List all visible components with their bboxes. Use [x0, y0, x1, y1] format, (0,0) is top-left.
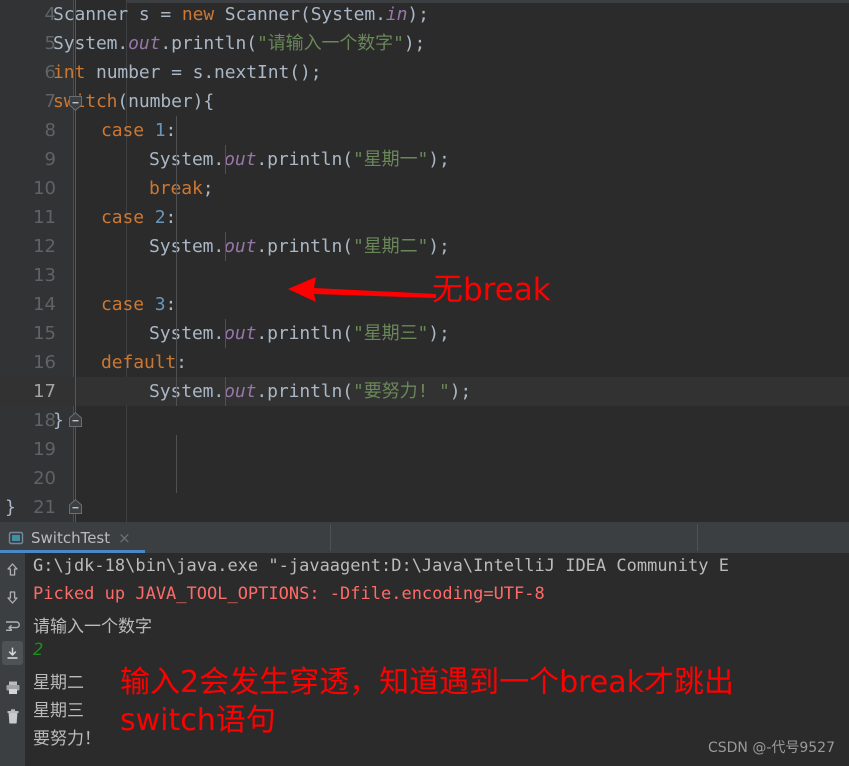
code-text: }	[5, 497, 16, 518]
close-icon[interactable]: ×	[118, 529, 131, 547]
line-number: 4	[44, 4, 56, 25]
editor-line-9[interactable]: 9 System.out.println("星期一");	[0, 145, 849, 174]
editor-line-7[interactable]: 7 switch(number){	[0, 87, 849, 116]
line-number: 10	[33, 178, 56, 199]
editor-line-8[interactable]: 8 case 1:	[0, 116, 849, 145]
editor-line-13[interactable]: 13	[0, 261, 849, 290]
editor-line-5[interactable]: 5 System.out.println("请输入一个数字");	[0, 29, 849, 58]
code-text: System.out.println("请输入一个数字");	[53, 33, 426, 54]
code-text: }	[53, 410, 64, 431]
up-arrow-icon[interactable]	[2, 557, 23, 581]
run-tab-bar: SwitchTest ×	[0, 522, 849, 553]
editor-line-15[interactable]: 15 System.out.println("星期三");	[0, 319, 849, 348]
tab-switchtest[interactable]: SwitchTest ×	[0, 522, 145, 553]
code-text: System.out.println("要努力! ");	[149, 381, 472, 402]
code-text: case 1:	[101, 120, 177, 141]
line-number: 14	[33, 294, 56, 315]
indent-guide-3	[225, 232, 226, 261]
editor-line-21[interactable]: 21}	[0, 493, 849, 522]
line-number: 13	[33, 265, 56, 286]
code-text: break;	[149, 178, 214, 199]
console-annotation-line1: 输入2会发生穿透，知道遇到一个break才跳出	[120, 665, 735, 700]
fold-end-icon-line21[interactable]	[69, 499, 82, 514]
line-number: 18	[33, 410, 56, 431]
code-text: System.out.println("星期二");	[149, 236, 450, 257]
line-number: 17	[33, 381, 56, 402]
fold-collapse-icon-line7[interactable]	[69, 96, 82, 111]
code-text: System.out.println("星期三");	[149, 323, 450, 344]
line-number: 9	[44, 149, 56, 170]
console-line-6: 星期三	[33, 701, 84, 721]
editor-line-4[interactable]: 4 Scanner s = new Scanner(System.in);	[0, 0, 849, 29]
line-number: 16	[33, 352, 56, 373]
line-number: 6	[44, 62, 56, 83]
code-text: Scanner s = new Scanner(System.in);	[53, 4, 429, 25]
indent-guide-5	[225, 377, 226, 406]
run-configuration-icon	[8, 530, 24, 546]
line-number: 12	[33, 236, 56, 257]
editor-line-20[interactable]: 20	[0, 464, 849, 493]
line-number: 8	[44, 120, 56, 141]
editor-line-16[interactable]: 16 default:	[0, 348, 849, 377]
code-text: default:	[101, 352, 187, 373]
console-line-3: 请输入一个数字	[33, 617, 152, 637]
code-text: case 2:	[101, 207, 177, 228]
editor-line-12[interactable]: 12 System.out.println("星期二");	[0, 232, 849, 261]
line-number: 20	[33, 468, 56, 489]
down-arrow-icon[interactable]	[2, 585, 23, 609]
fold-end-icon-line18[interactable]	[69, 412, 82, 427]
editor-line-17[interactable]: 17 System.out.println("要努力! ");	[0, 377, 849, 406]
tab-label: SwitchTest	[31, 528, 111, 547]
tab-divider-2	[697, 524, 698, 551]
print-icon[interactable]	[2, 675, 23, 699]
editor-line-18[interactable]: 18}	[0, 406, 849, 435]
console-line-1: G:\jdk-18\bin\java.exe "-javaagent:D:\Ja…	[33, 556, 729, 576]
console-line-2: Picked up JAVA_TOOL_OPTIONS: -Dfile.enco…	[33, 584, 545, 604]
fold-connector-line-outer	[75, 0, 76, 522]
indent-guide-2	[225, 145, 226, 174]
console-line-5: 星期二	[33, 673, 84, 693]
indent-guide-4	[225, 319, 226, 348]
console-line-4: 2	[33, 640, 44, 660]
code-editor[interactable]: 4 Scanner s = new Scanner(System.in); 5 Sys…	[0, 0, 849, 522]
editor-line-6[interactable]: 6 int number = s.nextInt();	[0, 58, 849, 87]
indent-guide-6	[176, 435, 177, 493]
run-tool-window: SwitchTest × G:\jdk-18\bin\java.exe "-ja…	[0, 522, 849, 766]
console-toolbar	[0, 553, 25, 766]
indent-guide-1	[176, 116, 177, 406]
tab-divider-1	[330, 524, 331, 551]
editor-line-19[interactable]: 19	[0, 435, 849, 464]
editor-annotation-label: 无break	[432, 272, 551, 308]
line-number: 7	[44, 91, 56, 112]
console-line-7: 要努力！	[33, 729, 101, 749]
code-text: int number = s.nextInt();	[53, 62, 322, 83]
line-number: 5	[44, 33, 56, 54]
code-text: case 3:	[101, 294, 177, 315]
watermark-label: CSDN @-代号9527	[707, 740, 835, 756]
editor-line-11[interactable]: 11 case 2:	[0, 203, 849, 232]
line-number: 11	[33, 207, 56, 228]
scroll-to-end-icon[interactable]	[2, 641, 23, 665]
console-output[interactable]: G:\jdk-18\bin\java.exe "-javaagent:D:\Ja…	[25, 553, 849, 766]
line-number: 19	[33, 439, 56, 460]
soft-wrap-icon[interactable]	[2, 613, 23, 637]
line-number: 15	[33, 323, 56, 344]
editor-line-14[interactable]: 14 case 3:	[0, 290, 849, 319]
code-text: System.out.println("星期一");	[149, 149, 450, 170]
trash-icon[interactable]	[2, 705, 23, 729]
console-annotation-line2: switch语句	[120, 703, 276, 738]
editor-line-10[interactable]: 10 break;	[0, 174, 849, 203]
